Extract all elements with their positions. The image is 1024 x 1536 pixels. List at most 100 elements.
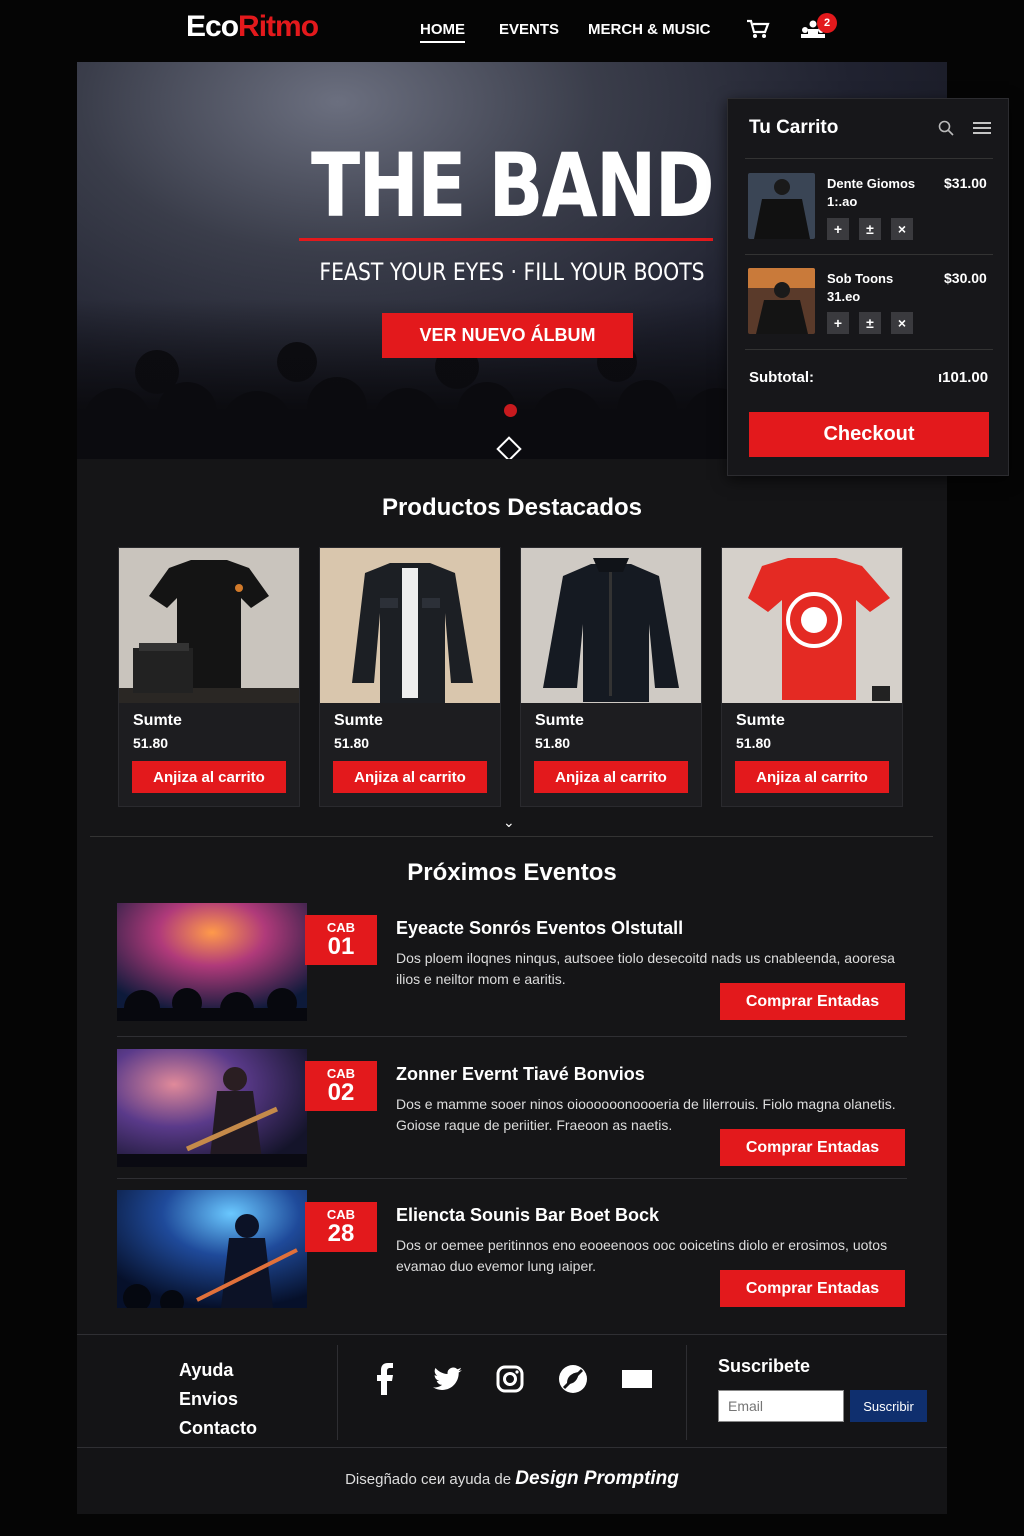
buy-tickets-button[interactable]: Comprar Entadas	[720, 983, 905, 1020]
event-title: Zonner Evernt Tiavé Bonvios	[396, 1064, 645, 1084]
subtotal-value: ı101.00	[938, 369, 989, 386]
hero-divider	[299, 238, 713, 241]
menu-icon[interactable]	[973, 121, 991, 135]
cart-item-image	[748, 173, 815, 239]
brand-logo[interactable]: EcoRitmo	[186, 10, 319, 44]
add-to-cart-button[interactable]: Anjiza al carrito	[132, 761, 286, 793]
message-icon[interactable]	[619, 1361, 655, 1397]
event-day: 02	[327, 1079, 355, 1106]
cart-item-title: Dente Giomos	[827, 176, 916, 191]
top-navbar: EcoRitmo HOME EVENTS MERCH & MUSIC 2	[0, 0, 1024, 60]
logo-part1: Eco	[186, 10, 239, 43]
product-price: 51.80	[334, 735, 370, 751]
footer-credit: Disegñado ceи ayuda de Design Prompting	[77, 1468, 947, 1490]
event-day: 01	[327, 933, 355, 960]
product-card: Sumte 51.80 Anjiza al carrito	[319, 547, 501, 807]
subscribe-title: Suscribete	[718, 1356, 811, 1376]
event-image-guitarist	[117, 1049, 307, 1167]
checkout-button[interactable]: Checkout	[749, 412, 989, 457]
product-image-dark-jacket	[521, 548, 701, 703]
event-day: 28	[327, 1220, 355, 1247]
instagram-icon[interactable]	[492, 1361, 528, 1397]
cart-divider	[745, 349, 993, 350]
notification-badge: 2	[817, 13, 837, 33]
buy-tickets-button[interactable]: Comprar Entadas	[720, 1129, 905, 1166]
facebook-icon[interactable]	[367, 1361, 403, 1397]
featured-title: Productos Destacados	[381, 494, 643, 521]
section-divider	[90, 836, 933, 837]
credit-prefix: Disegñado ceи ayuda de	[345, 1471, 512, 1488]
add-to-cart-button[interactable]: Anjiza al carrito	[534, 761, 688, 793]
email-field[interactable]	[718, 1390, 844, 1422]
product-price: 51.80	[736, 735, 772, 751]
new-album-button[interactable]: VER NUEVO ÁLBUM	[382, 313, 633, 358]
search-icon[interactable]	[938, 120, 954, 136]
event-date-badge: CAB 01	[305, 915, 377, 965]
product-card: Sumte 51.80 Anjiza al carrito	[721, 547, 903, 807]
logo-part2: Ritmo	[238, 10, 319, 43]
cart-title: Tu Carrito	[749, 117, 839, 138]
product-image-denim-jacket	[320, 548, 500, 703]
increase-icon[interactable]: +	[827, 312, 849, 334]
cart-item-name: Sob Toons 31.eo	[827, 270, 927, 306]
nav-events[interactable]: EVENTS	[499, 21, 559, 38]
cart-icon[interactable]	[745, 18, 771, 40]
event-divider	[117, 1036, 907, 1037]
chevron-down-icon[interactable]: ⌄	[503, 814, 515, 831]
event-item: CAB 02 Zonner Evernt Tiavé Bonvios Dos e …	[117, 1049, 907, 1171]
cart-panel: Tu Carrito Dente Giomos 1:.ao $31.00 + ± …	[727, 98, 1009, 476]
remove-icon[interactable]: ×	[891, 218, 913, 240]
product-card: Sumte 51.80 Anjiza al carrito	[520, 547, 702, 807]
cart-item-price: $30.00	[944, 270, 987, 286]
cart-item-name: Dente Giomos 1:.ao	[827, 175, 927, 211]
add-to-cart-button[interactable]: Anjiza al carrito	[735, 761, 889, 793]
product-name: Sumte	[133, 712, 182, 729]
cart-item-title: Sob Toons	[827, 271, 894, 286]
nav-home[interactable]: HOME	[420, 21, 465, 43]
product-name: Sumte	[736, 712, 785, 729]
cart-divider	[745, 254, 993, 255]
footer-divider	[686, 1345, 687, 1440]
leaf-icon[interactable]	[555, 1361, 591, 1397]
carousel-dot[interactable]	[504, 404, 517, 417]
product-image-black-tee	[119, 548, 299, 703]
events-title: Próximos Eventos	[407, 859, 617, 886]
product-card: Sumte 51.80 Anjiza al carrito	[118, 547, 300, 807]
product-name: Sumte	[334, 712, 383, 729]
cart-item-qty: 31.eo	[827, 289, 861, 304]
event-divider	[117, 1178, 907, 1179]
event-image-concert-lights	[117, 903, 307, 1021]
product-name: Sumte	[535, 712, 584, 729]
footer-divider	[337, 1345, 338, 1440]
event-item: CAB 28 Eliencta Sounis Bar Boet Bock Dos …	[117, 1190, 907, 1312]
event-title: Eliencta Sounis Bar Boet Bock	[396, 1205, 660, 1225]
product-price: 51.80	[133, 735, 169, 751]
buy-tickets-button[interactable]: Comprar Entadas	[720, 1270, 905, 1307]
event-image-blue-stage	[117, 1190, 307, 1308]
cart-item-price: $31.00	[944, 175, 987, 191]
credit-brand[interactable]: Design Prompting	[515, 1468, 679, 1489]
twitter-icon[interactable]	[429, 1361, 465, 1397]
product-price: 51.80	[535, 735, 571, 751]
subscribe-button[interactable]: Suscribir	[850, 1390, 927, 1422]
increase-icon[interactable]: +	[827, 218, 849, 240]
footer: Ayuda Envios Contacto Suscribete Suscrib…	[77, 1334, 947, 1514]
quantity-stepper[interactable]: ±	[859, 218, 881, 240]
footer-bottom-divider	[77, 1447, 947, 1448]
cart-divider	[745, 158, 993, 159]
footer-link-contacto[interactable]: Contacto	[179, 1418, 257, 1439]
footer-link-envios[interactable]: Envios	[179, 1389, 238, 1410]
quantity-stepper[interactable]: ±	[859, 312, 881, 334]
nav-merch-music[interactable]: MERCH & MUSIC	[588, 21, 711, 38]
event-item: CAB 01 Eyeacte Sonrós Eventos Olstutall D…	[117, 903, 907, 1025]
footer-link-ayuda[interactable]: Ayuda	[179, 1360, 233, 1381]
event-date-badge: CAB 02	[305, 1061, 377, 1111]
event-title: Eyeacte Sonrós Eventos Olstutall	[396, 918, 684, 938]
subtotal-label: Subtotal:	[749, 369, 814, 386]
remove-icon[interactable]: ×	[891, 312, 913, 334]
cart-item-qty: 1:.ao	[827, 194, 858, 209]
cart-item-image	[748, 268, 815, 334]
add-to-cart-button[interactable]: Anjiza al carrito	[333, 761, 487, 793]
event-date-badge: CAB 28	[305, 1202, 377, 1252]
product-image-red-tee	[722, 548, 902, 703]
